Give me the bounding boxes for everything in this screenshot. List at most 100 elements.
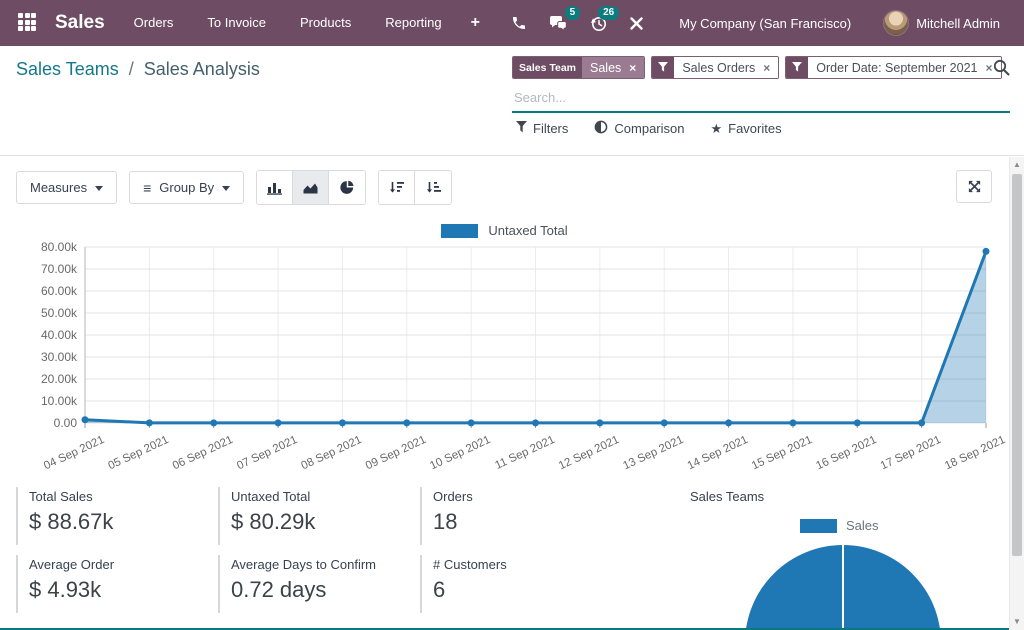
user-menu[interactable]: Mitchell Admin	[883, 10, 1010, 36]
pie-legend: Sales	[800, 518, 879, 533]
user-avatar	[883, 10, 909, 36]
user-name: Mitchell Admin	[909, 16, 1010, 31]
navbar-right: 5 26 My Company (San Francisco) Mitchell…	[500, 10, 1010, 36]
stat-value: 0.72 days	[231, 577, 408, 603]
favorites-menu-button[interactable]: ★Favorites	[710, 121, 781, 136]
sales-teams-title: Sales Teams	[690, 489, 764, 504]
svg-text:13 Sep 2021: 13 Sep 2021	[621, 434, 685, 472]
stat-label: Average Days to Confirm	[231, 555, 408, 572]
svg-text:11 Sep 2021: 11 Sep 2021	[493, 434, 556, 472]
messages-count-badge: 5	[565, 6, 581, 20]
bar-chart-button[interactable]	[257, 171, 293, 204]
stat-value: 18	[433, 509, 610, 535]
stat-card-average-order: Average Order$ 4.93k	[16, 555, 206, 613]
search-facet-order-date-september-2021: Order Date: September 2021×	[785, 56, 1001, 79]
fullscreen-button[interactable]	[956, 170, 992, 203]
messages-icon[interactable]: 5	[538, 15, 579, 31]
pie-legend-label: Sales	[846, 518, 879, 533]
facet-value: Sales Orders×	[674, 57, 778, 78]
svg-text:16 Sep 2021: 16 Sep 2021	[814, 434, 878, 472]
star-icon: ★	[710, 121, 722, 136]
measures-label: Measures	[30, 180, 87, 195]
filter-funnel-icon	[652, 57, 674, 78]
breadcrumb: Sales Teams / Sales Analysis	[16, 59, 260, 80]
pie-slice-divider	[842, 545, 844, 630]
breadcrumb-link[interactable]: Sales Teams	[16, 59, 119, 79]
facet-remove-button[interactable]: ×	[629, 61, 636, 75]
list-lines-icon: ≡	[143, 180, 151, 196]
svg-text:04 Sep 2021: 04 Sep 2021	[42, 434, 106, 472]
menu-label: Comparison	[614, 121, 684, 136]
svg-text:14 Sep 2021: 14 Sep 2021	[686, 434, 750, 472]
facet-category-label: Sales Team	[513, 57, 582, 78]
control-panel: Sales Teams / Sales Analysis Sales TeamS…	[0, 46, 1024, 156]
facet-remove-button[interactable]: ×	[763, 61, 770, 75]
apps-menu-icon[interactable]	[18, 13, 40, 33]
stat-label: Total Sales	[29, 487, 206, 504]
nav-menu: OrdersTo InvoiceProductsReporting+	[117, 0, 492, 46]
search-facet-sales: Sales TeamSales×	[512, 56, 645, 79]
chart-legend: Untaxed Total	[0, 223, 1009, 238]
scroll-down-arrow[interactable]: ▼	[1010, 618, 1024, 626]
funnel-icon	[516, 121, 527, 136]
group-by-label: Group By	[159, 180, 214, 195]
svg-text:10 Sep 2021: 10 Sep 2021	[428, 434, 492, 472]
stat-card-customers: # Customers6	[420, 555, 610, 613]
scroll-up-arrow[interactable]: ▲	[1010, 161, 1024, 169]
activities-icon[interactable]: 26	[579, 15, 618, 32]
stat-card-untaxed-total: Untaxed Total$ 80.29k	[218, 487, 408, 545]
stat-value: $ 88.67k	[29, 509, 206, 535]
filter-funnel-icon	[786, 57, 808, 78]
app-brand[interactable]: Sales	[55, 12, 105, 34]
graph-toolbar: Measures ≡ Group By	[16, 170, 452, 205]
stat-card-average-days-to-confirm: Average Days to Confirm 0.72 days	[218, 555, 408, 613]
svg-text:70.00k: 70.00k	[41, 262, 78, 276]
svg-text:05 Sep 2021: 05 Sep 2021	[106, 434, 170, 472]
search-input[interactable]	[512, 83, 1010, 113]
svg-text:06 Sep 2021: 06 Sep 2021	[171, 434, 235, 472]
comparison-icon	[594, 120, 608, 137]
stat-label: Untaxed Total	[231, 487, 408, 504]
line-chart-button[interactable]	[293, 171, 329, 204]
svg-text:10.00k: 10.00k	[41, 394, 78, 408]
nav-new-button[interactable]: +	[459, 0, 492, 46]
tools-icon[interactable]	[618, 16, 655, 31]
filters-menu-button[interactable]: Filters	[516, 121, 568, 136]
page-title: Sales Analysis	[144, 59, 260, 79]
nav-menu-item-orders[interactable]: Orders	[117, 0, 191, 46]
comparison-menu-button[interactable]: Comparison	[594, 120, 684, 137]
legend-swatch	[441, 224, 478, 238]
measures-button[interactable]: Measures	[16, 171, 117, 204]
chevron-down-icon	[95, 186, 103, 195]
menu-label: Filters	[533, 121, 568, 136]
company-menu[interactable]: My Company (San Francisco)	[669, 16, 861, 31]
svg-text:17 Sep 2021: 17 Sep 2021	[879, 434, 943, 472]
sort-asc-button[interactable]	[415, 171, 451, 204]
sort-desc-button[interactable]	[379, 171, 415, 204]
stat-label: Average Order	[29, 555, 206, 572]
top-navbar: Sales OrdersTo InvoiceProductsReporting+…	[0, 0, 1024, 46]
stat-card-orders: Orders18	[420, 487, 610, 545]
phone-icon[interactable]	[500, 15, 538, 31]
group-by-button[interactable]: ≡ Group By	[129, 171, 244, 204]
svg-text:12 Sep 2021: 12 Sep 2021	[557, 434, 621, 472]
facet-remove-button[interactable]: ×	[985, 61, 992, 75]
vertical-scrollbar: ▲ ▼	[1009, 157, 1024, 630]
legend-label: Untaxed Total	[488, 223, 567, 238]
area-chart-icon	[302, 180, 319, 195]
pie-chart-button[interactable]	[329, 171, 365, 204]
facet-value: Sales×	[582, 57, 644, 78]
dashboard: Total Sales $ 88.67k Untaxed Total$ 80.29k…	[0, 479, 1009, 630]
search-icon	[993, 56, 1010, 81]
search-facets: Sales TeamSales×Sales Orders×Order Date:…	[512, 56, 987, 79]
scrollbar-thumb[interactable]	[1012, 174, 1022, 556]
stat-card-total-sales: Total Sales $ 88.67k	[16, 487, 206, 545]
svg-text:60.00k: 60.00k	[41, 284, 78, 298]
nav-menu-item-to-invoice[interactable]: To Invoice	[190, 0, 283, 46]
pie-chart-icon	[340, 180, 355, 195]
search-area: Sales TeamSales× Sales Orders× Order Date:…	[512, 56, 1010, 113]
nav-menu-item-products[interactable]: Products	[283, 0, 368, 46]
nav-menu-item-reporting[interactable]: Reporting	[368, 0, 458, 46]
svg-text:20.00k: 20.00k	[41, 372, 78, 386]
svg-text:15 Sep 2021: 15 Sep 2021	[750, 434, 814, 472]
